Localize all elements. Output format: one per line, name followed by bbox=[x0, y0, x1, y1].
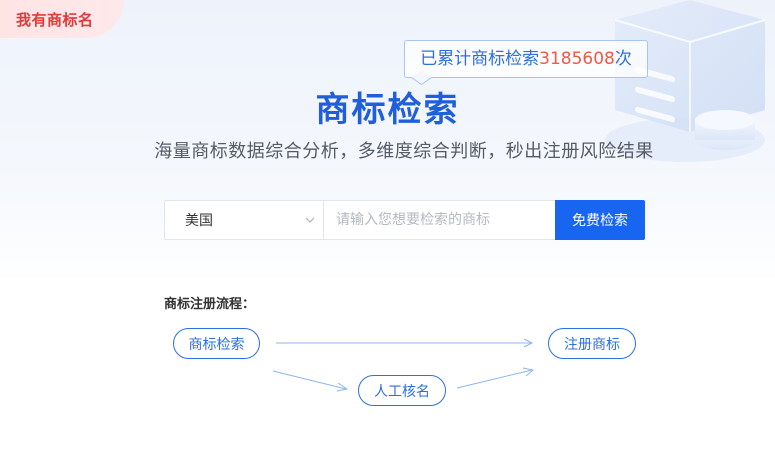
my-trademark-name-badge[interactable]: 我有商标名 bbox=[0, 0, 124, 38]
counter-prefix: 已累计商标检索 bbox=[420, 49, 540, 69]
flow-step-trademark-search[interactable]: 商标检索 bbox=[173, 328, 260, 359]
counter-number: 3185608 bbox=[539, 49, 615, 69]
registration-flow-title: 商标注册流程： bbox=[164, 297, 256, 312]
flow-step-manual-check[interactable]: 人工核名 bbox=[358, 375, 446, 406]
country-select[interactable]: 美国 bbox=[165, 201, 324, 239]
trademark-search-bar: 美国 免费检索 bbox=[164, 200, 645, 240]
corner-badge-label: 我有商标名 bbox=[16, 11, 94, 29]
search-count-banner: 已累计商标检索3185608次 bbox=[404, 40, 648, 78]
country-select-value: 美国 bbox=[185, 213, 213, 229]
flow-step-register-trademark[interactable]: 注册商标 bbox=[548, 328, 636, 359]
page-subtitle: 海量商标数据综合分析，多维度综合判断，秒出注册风险结果 bbox=[154, 141, 654, 162]
free-search-button[interactable]: 免费检索 bbox=[555, 200, 645, 240]
chevron-down-icon bbox=[305, 217, 315, 223]
trademark-search-input[interactable] bbox=[324, 201, 555, 239]
page-title: 商标检索 bbox=[315, 90, 460, 130]
counter-suffix: 次 bbox=[614, 49, 632, 69]
